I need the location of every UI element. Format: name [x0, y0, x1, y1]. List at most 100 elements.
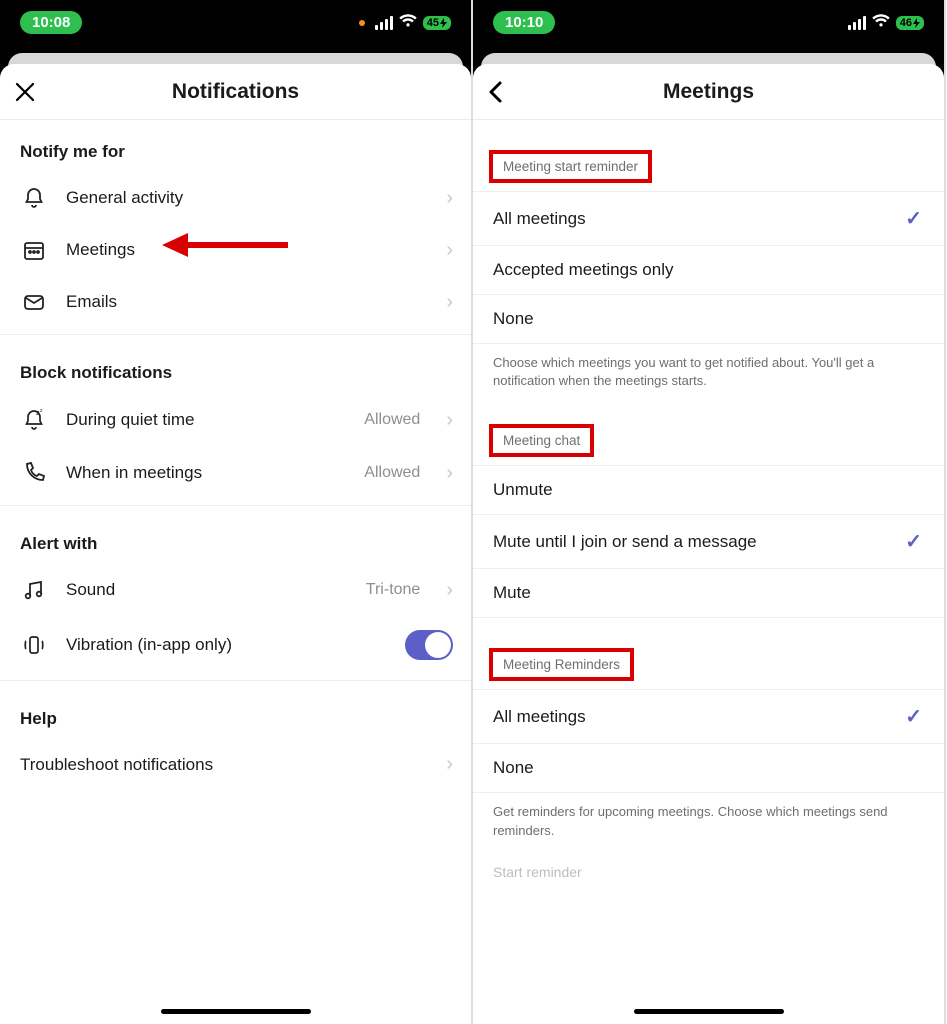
option-reminders-none[interactable]: None	[473, 744, 944, 793]
row-quiet-time[interactable]: zz During quiet time Allowed ›	[0, 393, 471, 447]
time-pill: 10:08	[20, 11, 82, 34]
section-header-notify: Notify me for	[0, 120, 471, 172]
row-label: When in meetings	[66, 463, 346, 483]
row-sound[interactable]: Sound Tri-tone ›	[0, 564, 471, 616]
page-title: Notifications	[172, 80, 299, 104]
back-button[interactable]	[487, 64, 505, 120]
option-unmute[interactable]: Unmute	[473, 465, 944, 515]
row-label: Meetings	[66, 240, 428, 260]
highlight-box: Meeting start reminder	[489, 150, 652, 183]
option-label: None	[493, 309, 534, 329]
check-icon: ✓	[905, 704, 922, 729]
option-label: Unmute	[493, 480, 553, 500]
home-indicator	[161, 1009, 311, 1014]
mail-icon	[20, 290, 48, 314]
cutoff-text: Start reminder	[473, 844, 944, 880]
option-mute[interactable]: Mute	[473, 569, 944, 618]
navbar: Notifications	[0, 64, 471, 120]
close-icon	[14, 81, 36, 103]
row-label: General activity	[66, 188, 428, 208]
option-label: None	[493, 758, 534, 778]
chevron-left-icon	[487, 80, 505, 104]
wifi-icon	[399, 13, 417, 33]
content: Notify me for General activity › Meeting…	[0, 120, 471, 1024]
chevron-right-icon: ›	[446, 462, 453, 485]
row-label: During quiet time	[66, 410, 346, 430]
cellular-icon	[848, 16, 866, 30]
divider	[0, 505, 471, 506]
divider	[0, 334, 471, 335]
svg-text:z: z	[40, 408, 43, 414]
navbar: Meetings	[473, 64, 944, 120]
vibration-toggle[interactable]	[405, 630, 453, 660]
vibration-icon	[20, 632, 48, 658]
row-label: Sound	[66, 580, 348, 600]
row-label: Vibration (in-app only)	[66, 635, 387, 655]
row-label: Emails	[66, 292, 428, 312]
row-troubleshoot[interactable]: Troubleshoot notifications ›	[0, 739, 471, 790]
row-general-activity[interactable]: General activity ›	[0, 172, 471, 224]
statusbar: 10:10 46	[473, 0, 944, 45]
status-right: 46	[848, 13, 924, 33]
section-header-help: Help	[0, 687, 471, 739]
home-indicator	[634, 1009, 784, 1014]
help-text: Choose which meetings you want to get no…	[473, 344, 944, 394]
wifi-icon	[872, 13, 890, 33]
row-vibration: Vibration (in-app only)	[0, 616, 471, 674]
option-none[interactable]: None	[473, 295, 944, 344]
cellular-icon	[375, 16, 393, 30]
phone-icon	[20, 461, 48, 485]
row-emails[interactable]: Emails ›	[0, 276, 471, 328]
sheet: Notifications Notify me for General acti…	[0, 64, 471, 1024]
music-icon	[20, 578, 48, 602]
page-title: Meetings	[663, 80, 754, 104]
section-header-alert: Alert with	[0, 512, 471, 564]
option-reminders-all[interactable]: All meetings ✓	[473, 689, 944, 744]
option-label: Mute until I join or send a message	[493, 532, 757, 552]
section-label: Meeting Reminders	[495, 653, 628, 676]
option-mute-until-join[interactable]: Mute until I join or send a message ✓	[473, 515, 944, 569]
chevron-right-icon: ›	[446, 239, 453, 262]
section-meeting-reminders: Meeting Reminders	[473, 618, 944, 689]
option-all-meetings[interactable]: All meetings ✓	[473, 191, 944, 246]
highlight-box: Meeting chat	[489, 424, 594, 457]
check-icon: ✓	[905, 206, 922, 231]
chevron-right-icon: ›	[446, 753, 453, 776]
row-meetings[interactable]: Meetings ›	[0, 224, 471, 276]
chevron-right-icon: ›	[446, 579, 453, 602]
chevron-right-icon: ›	[446, 291, 453, 314]
row-value: Allowed	[364, 411, 420, 429]
phone-right: 10:10 46 Meetings Meeting start reminder…	[473, 0, 946, 1024]
bell-snooze-icon: zz	[20, 407, 48, 433]
row-value: Allowed	[364, 464, 420, 482]
section-start-reminder: Meeting start reminder	[473, 120, 944, 191]
section-label: Meeting chat	[495, 429, 588, 452]
close-button[interactable]	[14, 64, 36, 120]
bell-icon	[20, 186, 48, 210]
phone-left: 10:08 45 Notifications Notify me for Gen…	[0, 0, 473, 1024]
battery-icon: 45	[423, 16, 451, 30]
time-pill: 10:10	[493, 11, 555, 34]
option-label: Mute	[493, 583, 531, 603]
chevron-right-icon: ›	[446, 409, 453, 432]
status-right: 45	[359, 13, 451, 33]
check-icon: ✓	[905, 529, 922, 554]
battery-icon: 46	[896, 16, 924, 30]
option-label: All meetings	[493, 209, 586, 229]
section-header-block: Block notifications	[0, 341, 471, 393]
row-value: Tri-tone	[366, 581, 421, 599]
section-meeting-chat: Meeting chat	[473, 394, 944, 465]
option-label: All meetings	[493, 707, 586, 727]
option-label: Accepted meetings only	[493, 260, 674, 280]
chevron-right-icon: ›	[446, 187, 453, 210]
divider	[0, 680, 471, 681]
row-label: Troubleshoot notifications	[20, 755, 428, 775]
option-accepted-only[interactable]: Accepted meetings only	[473, 246, 944, 295]
content: Meeting start reminder All meetings ✓ Ac…	[473, 120, 944, 1024]
statusbar: 10:08 45	[0, 0, 471, 45]
help-text: Get reminders for upcoming meetings. Cho…	[473, 793, 944, 843]
highlight-box: Meeting Reminders	[489, 648, 634, 681]
row-when-in-meetings[interactable]: When in meetings Allowed ›	[0, 447, 471, 499]
calendar-icon	[20, 238, 48, 262]
section-label: Meeting start reminder	[495, 155, 646, 178]
